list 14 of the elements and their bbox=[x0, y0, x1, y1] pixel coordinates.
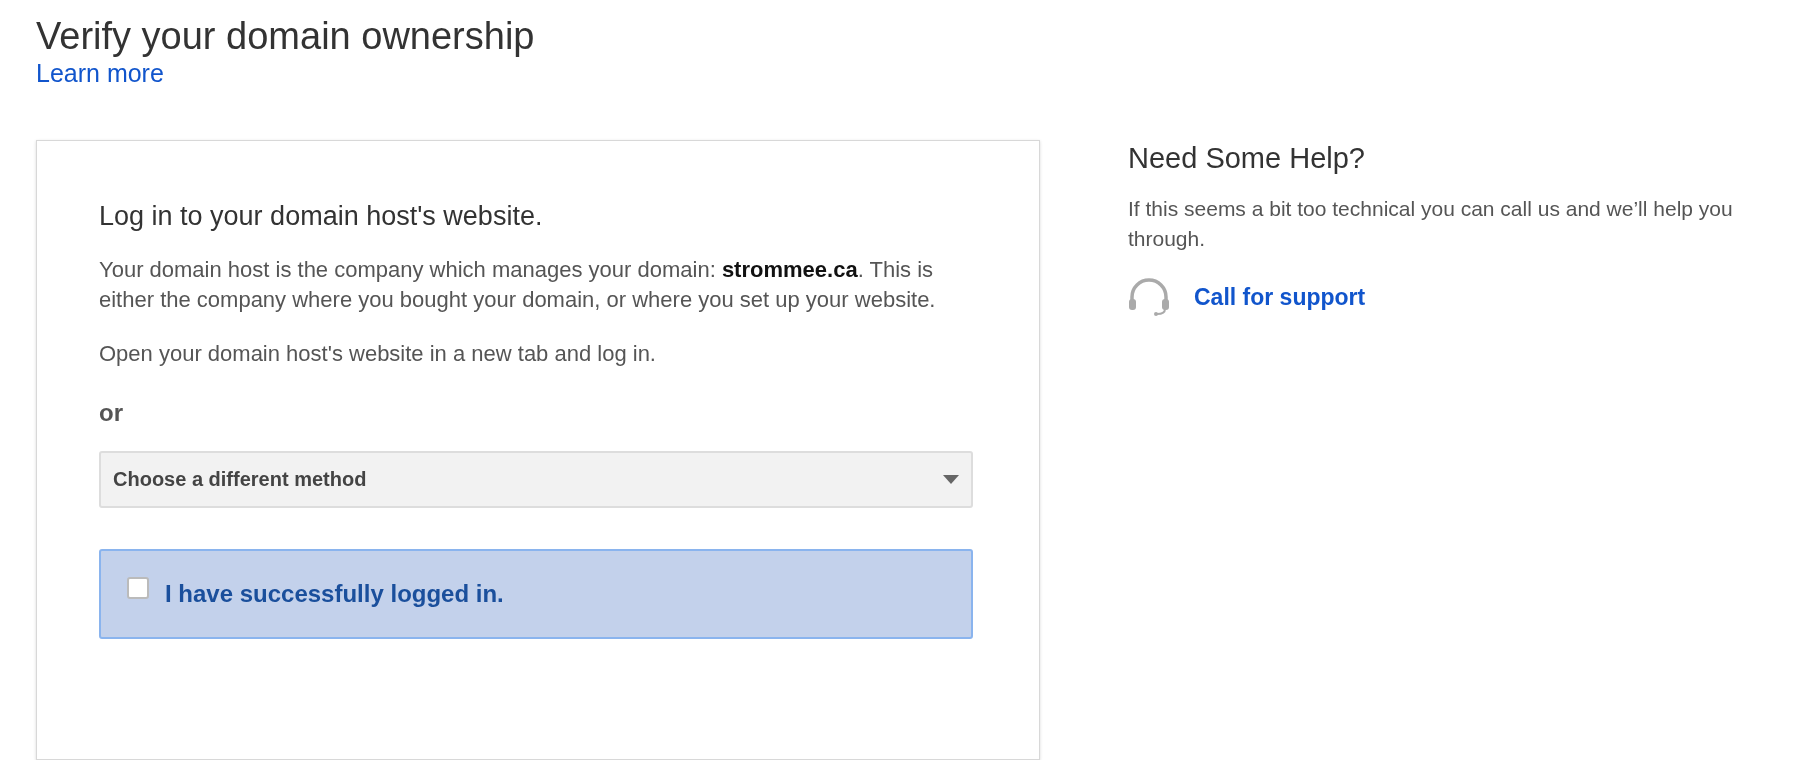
page-title: Verify your domain ownership bbox=[36, 14, 536, 58]
paragraph: Your domain host is the company which manages your domain: strommee.ca. This is either the company where you bought your domain, or where you set up your website. bbox=[99, 256, 937, 314]
learn-more-link[interactable]: Learn more bbox=[36, 58, 164, 88]
checkbox[interactable] bbox=[127, 577, 149, 599]
or-label: or bbox=[99, 399, 123, 427]
caret-icon bbox=[943, 475, 959, 484]
paragraph: Open your domain host's website in a new tab and log in. bbox=[99, 340, 657, 368]
headset-icon bbox=[1128, 278, 1170, 316]
call-support-link[interactable]: Call for support bbox=[1194, 283, 1366, 311]
checkbox-label[interactable]: I have successfully logged in. bbox=[165, 580, 504, 608]
method-dropdown[interactable]: Choose a different method bbox=[99, 451, 973, 508]
help-text: If this seems a bit too technical you can call us and we’ll help you through. bbox=[1128, 196, 1734, 252]
card-heading: Log in to your domain host's website. bbox=[99, 200, 544, 233]
help-title: Need Some Help? bbox=[1128, 141, 1366, 176]
